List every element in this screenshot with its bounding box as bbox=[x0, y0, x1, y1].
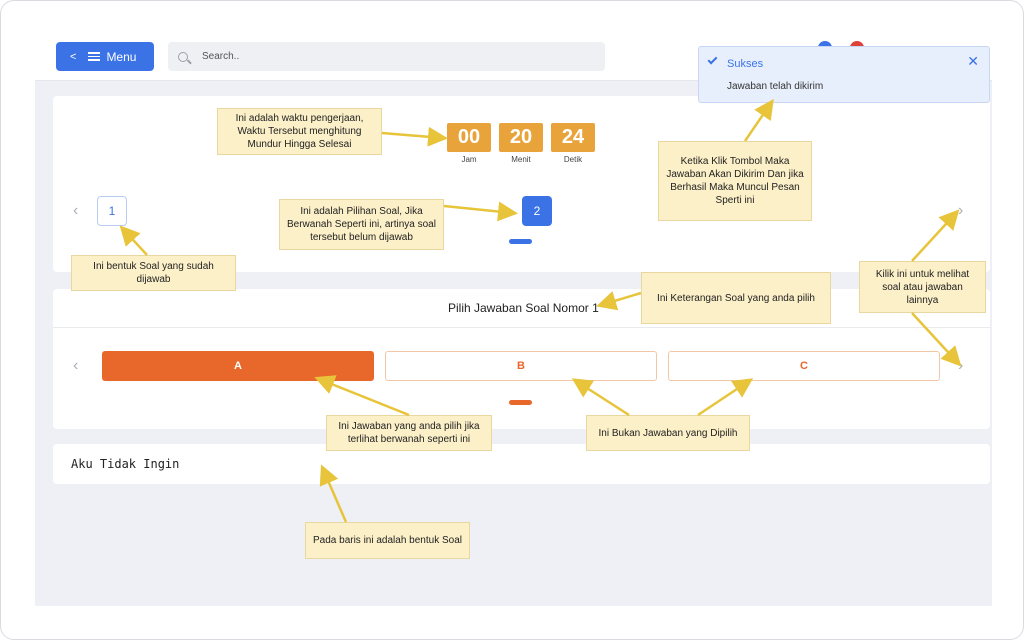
annotation-arrows bbox=[119, 98, 962, 523]
screenshot-frame: < Menu Search.. 00 Jam 20 Menit 24 Detik… bbox=[0, 0, 1024, 640]
